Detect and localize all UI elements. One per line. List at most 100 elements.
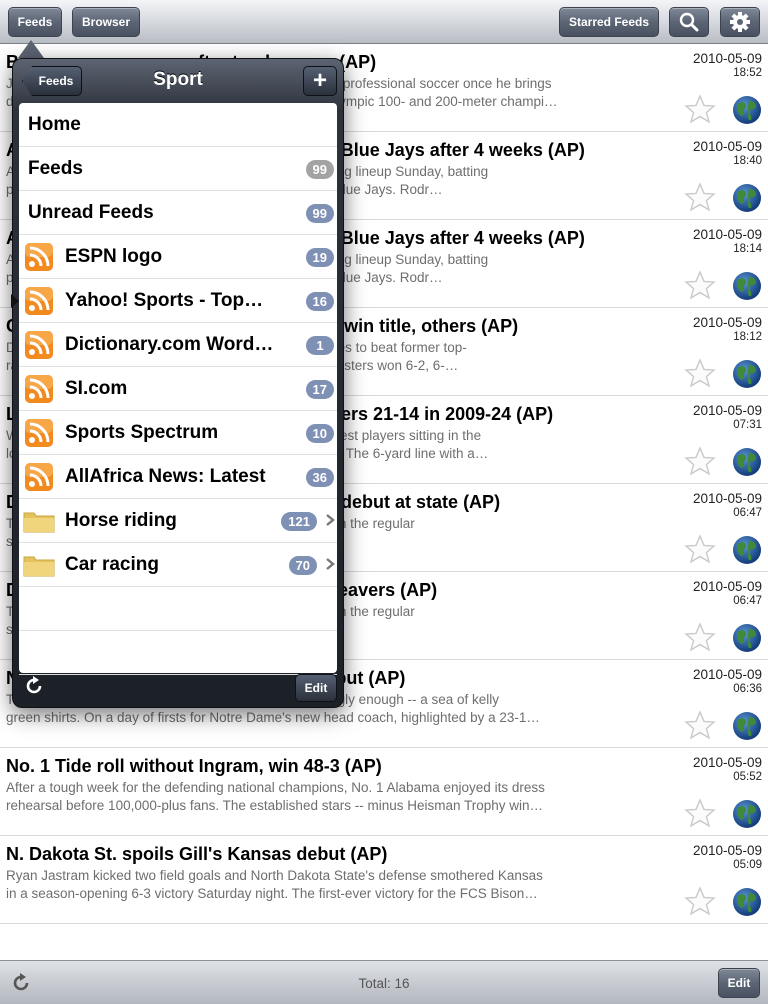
article-date: 2010-05-09 — [692, 227, 762, 242]
globe-icon[interactable] — [732, 887, 762, 917]
feed-label: Sports Spectrum — [65, 422, 219, 443]
article-date: 2010-05-09 — [692, 579, 762, 594]
feed-label: AllAfrica News: Latest — [65, 466, 266, 487]
globe-icon[interactable] — [732, 535, 762, 565]
feed-list-item[interactable]: ESPN logo 19 — [19, 235, 337, 279]
refresh-icon[interactable] — [23, 675, 45, 697]
rss-icon — [25, 243, 53, 271]
feed-list-item[interactable]: Car racing 70 — [19, 543, 337, 587]
article-row[interactable]: No. 1 Tide roll without Ingram, win 48-3… — [0, 748, 768, 836]
folder-icon — [23, 512, 55, 533]
popover-arrow — [18, 40, 44, 58]
unread-count-badge: 10 — [305, 424, 334, 443]
feed-list-item[interactable]: Sports Spectrum 10 — [19, 411, 337, 455]
empty-row — [19, 631, 337, 675]
starred-feeds-button[interactable]: Starred Feeds — [559, 7, 659, 37]
selection-marker — [11, 294, 19, 308]
feed-list-item[interactable]: Feeds 99 — [19, 147, 337, 191]
article-date: 2010-05-09 — [692, 667, 762, 682]
feed-list-item[interactable]: Home — [19, 103, 337, 147]
article-description: Ryan Jastram kicked two field goals and … — [6, 867, 576, 903]
article-time: 06:36 — [733, 683, 762, 695]
bottom-toolbar: Total: 16 Edit — [0, 960, 768, 1004]
feed-label: Home — [28, 114, 81, 135]
star-icon[interactable] — [684, 94, 716, 124]
folder-icon — [23, 556, 55, 577]
star-icon[interactable] — [684, 798, 716, 828]
feed-list-item[interactable]: AllAfrica News: Latest 36 — [19, 455, 337, 499]
globe-icon[interactable] — [732, 183, 762, 213]
star-icon[interactable] — [684, 446, 716, 476]
feed-label: Yahoo! Sports - Top… — [65, 290, 264, 311]
article-description-line: green shirts. On a day of firsts for Not… — [6, 710, 540, 725]
globe-icon[interactable] — [732, 95, 762, 125]
feed-label: Feeds — [28, 158, 83, 179]
unread-count-badge: 70 — [288, 556, 317, 575]
rss-icon — [25, 287, 53, 315]
star-icon[interactable] — [684, 358, 716, 388]
feed-label: Horse riding — [65, 510, 177, 531]
globe-icon[interactable] — [732, 271, 762, 301]
article-description-line: rehearsal before 100,000-plus fans. The … — [6, 798, 544, 813]
article-date: 2010-05-09 — [692, 315, 762, 330]
feed-folder-list: Home Feeds 99 Unread Feeds 99 ESPN logo … — [11, 103, 337, 675]
top-toolbar: Feeds Browser Starred Feeds — [0, 0, 768, 44]
article-time: 18:40 — [733, 155, 762, 167]
chevron-right-icon[interactable] — [325, 513, 335, 527]
star-icon[interactable] — [684, 534, 716, 564]
unread-count-badge: 19 — [305, 248, 334, 267]
unread-count-badge: 17 — [305, 380, 334, 399]
article-title: N. Dakota St. spoils Gill's Kansas debut… — [6, 844, 388, 864]
article-date: 2010-05-09 — [692, 139, 762, 154]
article-date: 2010-05-09 — [692, 51, 762, 66]
popover-edit-button[interactable]: Edit — [295, 674, 337, 702]
article-time: 18:12 — [733, 331, 762, 343]
article-time: 18:52 — [733, 67, 762, 79]
unread-count-badge: 99 — [305, 160, 334, 179]
add-feed-button[interactable]: + — [303, 66, 337, 96]
search-button[interactable] — [669, 7, 709, 37]
globe-icon[interactable] — [732, 447, 762, 477]
feed-list-item[interactable]: Dictionary.com Word… 1 — [19, 323, 337, 367]
unread-count-badge: 1 — [306, 336, 334, 355]
feed-label: ESPN logo — [65, 246, 163, 267]
globe-icon[interactable] — [732, 359, 762, 389]
globe-icon[interactable] — [732, 711, 762, 741]
chevron-right-icon[interactable] — [325, 557, 335, 571]
article-time: 07:31 — [733, 419, 762, 431]
article-description: After a tough week for the defending nat… — [6, 779, 576, 815]
feed-label: Unread Feeds — [28, 202, 154, 223]
feeds-button[interactable]: Feeds — [8, 7, 62, 37]
unread-count-badge: 99 — [305, 204, 334, 223]
article-row[interactable]: N. Dakota St. spoils Gill's Kansas debut… — [0, 836, 768, 924]
feed-label: Dictionary.com Word… — [65, 334, 274, 355]
star-icon[interactable] — [684, 710, 716, 740]
feed-list-item[interactable]: Unread Feeds 99 — [19, 191, 337, 235]
feeds-popover: Feeds Sport + Home Feeds 99 Unread Feeds… — [11, 58, 344, 708]
rss-icon — [25, 419, 53, 447]
article-title: No. 1 Tide roll without Ingram, win 48-3… — [6, 756, 382, 776]
star-icon[interactable] — [684, 270, 716, 300]
article-date: 2010-05-09 — [692, 491, 762, 506]
article-time: 05:09 — [733, 859, 762, 871]
article-description-line: Ryan Jastram kicked two field goals and … — [6, 868, 543, 883]
unread-count-badge: 16 — [305, 292, 334, 311]
star-icon[interactable] — [684, 182, 716, 212]
browser-button[interactable]: Browser — [72, 7, 140, 37]
feed-label: Car racing — [65, 554, 159, 575]
edit-button[interactable]: Edit — [718, 968, 760, 998]
unread-count-badge: 36 — [305, 468, 334, 487]
settings-button[interactable] — [720, 7, 760, 37]
star-icon[interactable] — [684, 886, 716, 916]
article-time: 06:47 — [733, 595, 762, 607]
star-icon[interactable] — [684, 622, 716, 652]
feed-list-item[interactable]: Yahoo! Sports - Top… 16 — [11, 279, 337, 323]
feed-list-item[interactable]: SI.com 17 — [19, 367, 337, 411]
globe-icon[interactable] — [732, 623, 762, 653]
rss-icon — [25, 375, 53, 403]
feed-list-item[interactable]: Horse riding 121 — [19, 499, 337, 543]
total-count: Total: 16 — [358, 976, 410, 991]
globe-icon[interactable] — [732, 799, 762, 829]
article-time: 18:14 — [733, 243, 762, 255]
feed-label: SI.com — [65, 378, 128, 399]
